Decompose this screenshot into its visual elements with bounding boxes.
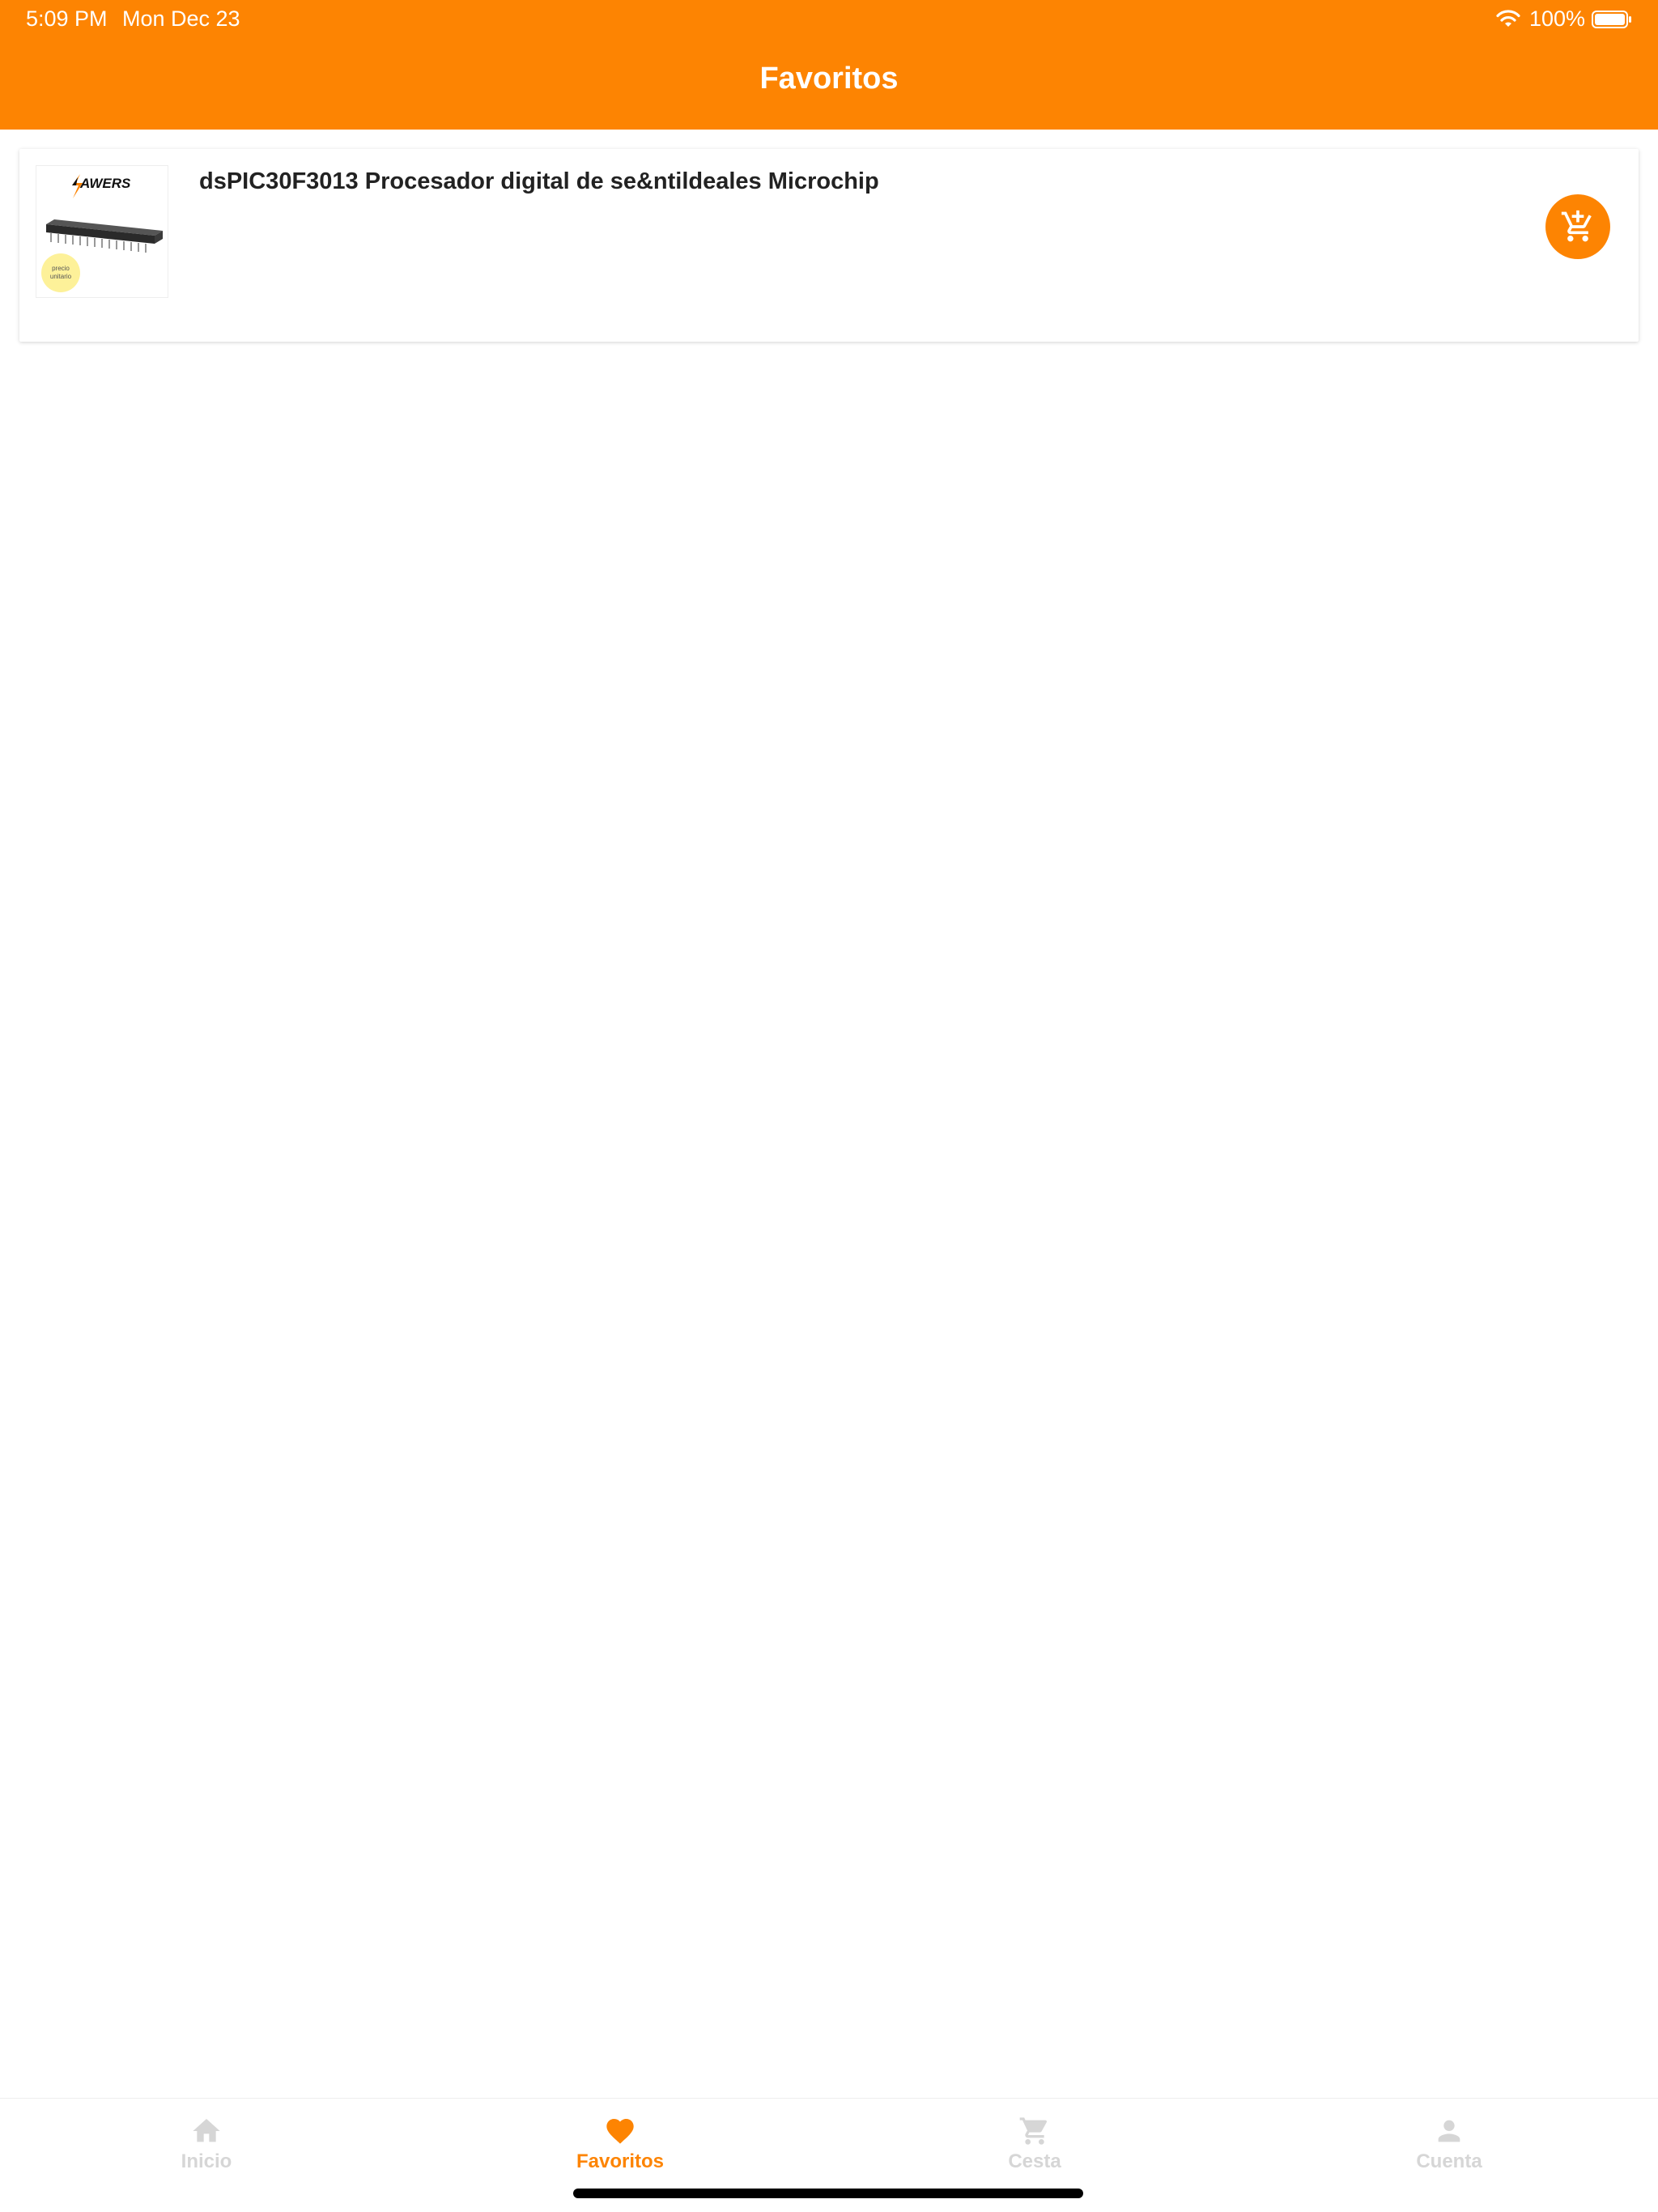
price-badge-line1: precio (52, 265, 70, 272)
tab-cuenta[interactable]: Cuenta (1328, 2115, 1571, 2173)
status-date: Mon Dec 23 (122, 6, 240, 31)
tab-favoritos-label: Favoritos (576, 2150, 665, 2172)
page-title: Favoritos (759, 62, 899, 96)
add-to-cart-button[interactable] (1545, 194, 1610, 259)
product-title[interactable]: dsPIC30F3013 Procesador digital de se&nt… (199, 168, 879, 195)
tab-cuenta-label: Cuenta (1416, 2150, 1482, 2172)
app-header: 5:09 PM Mon Dec 23 100% Favoritos (0, 0, 1658, 130)
price-badge: precio unitario (41, 253, 80, 292)
tab-cesta[interactable]: Cesta (913, 2115, 1156, 2173)
status-time: 5:09 PM (26, 6, 108, 31)
home-indicator[interactable] (573, 2189, 1083, 2198)
person-icon (1438, 2120, 1460, 2142)
battery-icon (1592, 10, 1631, 28)
tab-inicio[interactable]: Inicio (85, 2115, 328, 2173)
add-cart-icon (1561, 210, 1592, 242)
product-image[interactable]: AWERS precio unitario (36, 165, 168, 298)
home-icon (193, 2119, 220, 2142)
tab-favoritos[interactable]: Favoritos (499, 2115, 742, 2173)
tab-inicio-label: Inicio (181, 2150, 232, 2172)
price-badge-line2: unitario (49, 273, 72, 280)
status-indicators: 100% (1495, 6, 1632, 32)
wifi-icon (1496, 9, 1520, 27)
heart-icon (606, 2119, 634, 2144)
battery-percent: 100% (1528, 6, 1585, 31)
cart-icon (1019, 2117, 1048, 2145)
tab-cesta-label: Cesta (1008, 2150, 1061, 2172)
favorite-item-card[interactable]: AWERS precio unitario dsPIC30F3013 Proce… (19, 149, 1639, 342)
brand-logo-text: AWERS (80, 176, 131, 191)
